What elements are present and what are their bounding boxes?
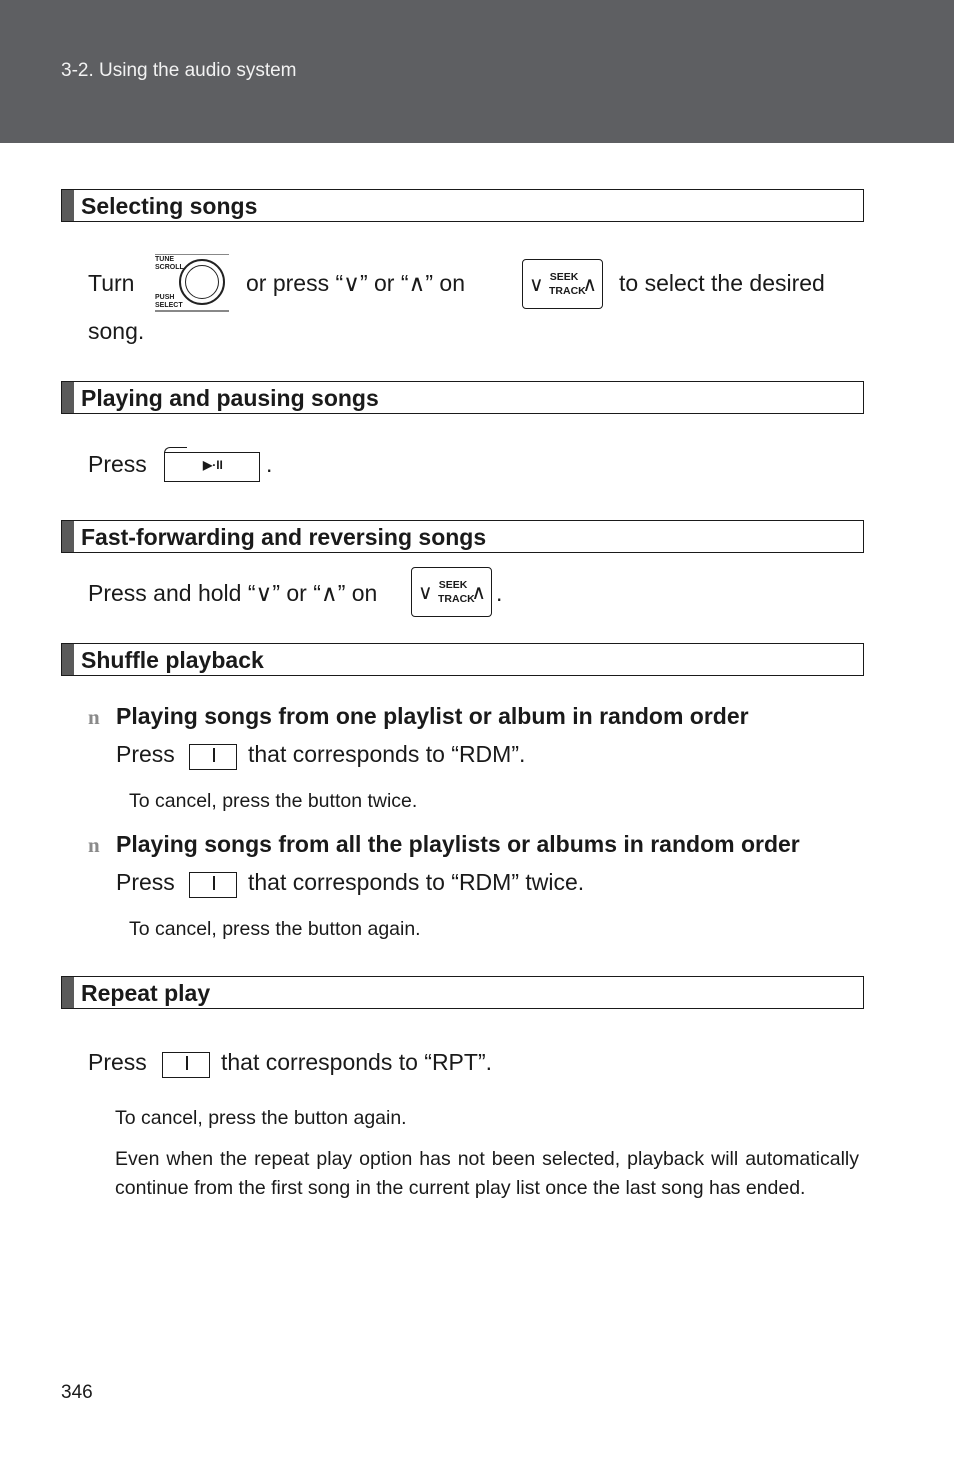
- section-title: Shuffle playback: [81, 647, 264, 673]
- to-select-text: to select the desired: [619, 270, 825, 296]
- period: .: [496, 580, 503, 606]
- play-pause-icon: ▶·II: [203, 458, 223, 472]
- note-text: To cancel, press the button again.: [129, 918, 421, 940]
- subheading: Playing songs from all the playlists or …: [116, 831, 800, 857]
- section-heading-selecting-songs: Selecting songs: [61, 189, 864, 222]
- chapter-header: 3-2. Using the audio system: [0, 0, 954, 143]
- preset-button-icon: [162, 1052, 210, 1078]
- chevron-down-icon: ∨: [529, 274, 544, 296]
- note-text: To cancel, press the button twice.: [129, 790, 418, 812]
- period: .: [266, 451, 273, 477]
- section-title: Repeat play: [81, 980, 211, 1006]
- chevron-up-icon: ∧: [471, 582, 486, 604]
- section-title: Fast-forwarding and reversing songs: [81, 524, 487, 550]
- page-number: 346: [61, 1382, 93, 1403]
- instruction-text: that corresponds to “RDM”.: [248, 741, 526, 767]
- tune-scroll-knob-icon: TUNE SCROLL PUSH SELECT: [155, 254, 229, 312]
- section-heading-shuffle: Shuffle playback: [61, 643, 864, 676]
- info-paragraph: Even when the repeat play option has not…: [115, 1148, 859, 1199]
- heading-bar: [62, 190, 74, 221]
- press-text: Press: [88, 1049, 147, 1075]
- chapter-title: 3-2. Using the audio system: [61, 60, 297, 81]
- heading-bar: [62, 977, 74, 1008]
- section-title: Selecting songs: [81, 193, 258, 219]
- press-text: Press: [116, 869, 175, 895]
- play-pause-button-icon: ▶·II: [164, 447, 260, 482]
- note-text: To cancel, press the button again.: [115, 1107, 407, 1129]
- heading-bar: [62, 521, 74, 552]
- song-text: song.: [88, 318, 145, 344]
- or-press-text: or press “∨” or “∧” on: [246, 270, 465, 296]
- bullet-icon: n: [88, 705, 100, 729]
- instruction-text: that corresponds to “RDM” twice.: [248, 869, 585, 895]
- subheading: Playing songs from one playlist or album…: [116, 703, 749, 729]
- turn-text: Turn: [88, 270, 135, 296]
- bullet-icon: n: [88, 833, 100, 857]
- seek-track-button-icon: ∨ SEEK TRACK ∧: [522, 259, 603, 309]
- section-title: Playing and pausing songs: [81, 385, 379, 411]
- heading-bar: [62, 382, 74, 413]
- preset-button-icon: [189, 744, 237, 770]
- heading-bar: [62, 644, 74, 675]
- press-text: Press: [116, 741, 175, 767]
- section-heading-playing-pausing: Playing and pausing songs: [61, 381, 864, 414]
- section-heading-repeat: Repeat play: [61, 976, 864, 1009]
- press-text: Press: [88, 451, 147, 477]
- chevron-up-icon: ∧: [582, 274, 597, 296]
- preset-button-icon: [189, 872, 237, 898]
- seek-track-button-icon: ∨ SEEK TRACK ∧: [411, 567, 492, 617]
- press-hold-text: Press and hold “∨” or “∧” on: [88, 580, 378, 606]
- chevron-down-icon: ∨: [418, 582, 433, 604]
- instruction-text: that corresponds to “RPT”.: [221, 1049, 492, 1075]
- section-heading-fast-forward: Fast-forwarding and reversing songs: [61, 520, 864, 553]
